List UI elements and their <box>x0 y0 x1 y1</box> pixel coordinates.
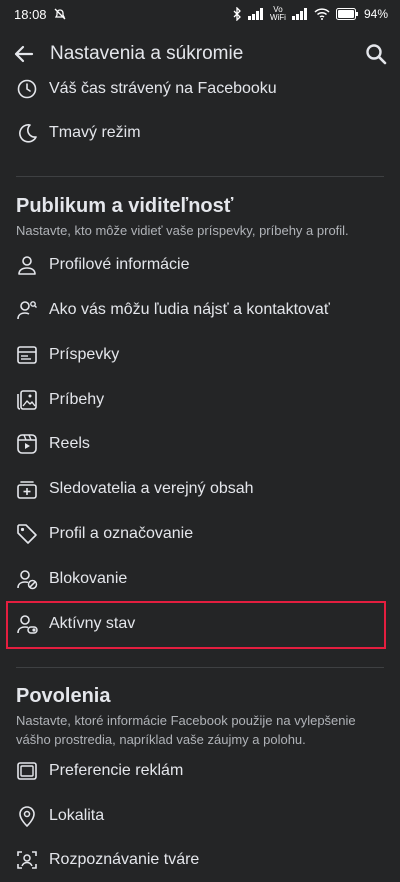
menu-item-label: Lokalita <box>49 807 105 824</box>
back-arrow-icon[interactable] <box>12 42 36 66</box>
status-bar: 18:08 Vo WiFi 94% <box>0 0 400 28</box>
posts-icon <box>16 344 38 366</box>
menu-item-label: Ako vás môžu ľudia nájsť a kontaktovať <box>49 301 330 318</box>
menu-item-blocking[interactable]: Blokovanie <box>0 557 400 601</box>
tag-icon <box>16 523 38 545</box>
location-pin-icon <box>16 805 38 827</box>
section-description-permissions: Nastavte, ktoré informácie Facebook použ… <box>16 713 356 747</box>
divider <box>16 667 384 668</box>
menu-item-posts[interactable]: Príspevky <box>0 333 400 377</box>
followers-icon <box>16 478 38 500</box>
block-icon <box>16 568 38 590</box>
menu-item-face-recognition[interactable]: Rozpoznávanie tváre <box>0 838 400 882</box>
ad-preferences-icon <box>16 760 38 782</box>
signal-icon-2 <box>291 8 308 20</box>
battery-icon <box>335 8 358 20</box>
signal-icon <box>247 8 264 20</box>
mute-bell-icon <box>53 7 67 21</box>
search-icon[interactable] <box>364 42 388 66</box>
stories-icon <box>16 389 38 411</box>
menu-item-ad-preferences[interactable]: Preferencie reklám <box>0 749 400 793</box>
menu-item-label: Blokovanie <box>49 570 128 587</box>
divider <box>16 176 384 177</box>
highlight-box <box>6 601 386 649</box>
menu-item-label: Tmavý režim <box>49 124 141 141</box>
person-search-icon <box>16 299 38 321</box>
menu-item-label: Preferencie reklám <box>49 762 184 779</box>
section-title-audience: Publikum a viditeľnosť <box>16 195 234 217</box>
page-title: Nastavenia a súkromie <box>50 43 244 64</box>
menu-item-find-contact[interactable]: Ako vás môžu ľudia nájsť a kontaktovať <box>0 288 400 332</box>
menu-item-label: Profil a označovanie <box>49 525 194 542</box>
battery-level: 94% <box>363 7 388 21</box>
menu-item-profile-info[interactable]: Profilové informácie <box>0 243 400 287</box>
network-label: Vo WiFi <box>269 5 286 22</box>
section-title-permissions: Povolenia <box>16 685 111 707</box>
status-time: 18:08 <box>14 6 47 22</box>
menu-item-dark-mode[interactable]: Tmavý režim <box>0 111 400 155</box>
menu-item-reels[interactable]: Reels <box>0 422 400 466</box>
bluetooth-icon <box>232 7 242 21</box>
menu-item-label: Príspevky <box>49 346 120 363</box>
menu-item-time-on-facebook[interactable]: Váš čas strávený na Facebooku <box>0 67 400 111</box>
menu-item-label: Váš čas strávený na Facebooku <box>49 80 277 97</box>
menu-item-label: Reels <box>49 435 90 452</box>
wifi-icon <box>314 8 330 20</box>
reels-icon <box>16 433 38 455</box>
menu-item-stories[interactable]: Príbehy <box>0 378 400 422</box>
menu-item-label: Príbehy <box>49 391 105 408</box>
clock-icon <box>16 78 38 100</box>
section-description-audience: Nastavte, kto môže vidieť vaše príspevky… <box>16 223 349 238</box>
menu-item-location[interactable]: Lokalita <box>0 794 400 838</box>
person-icon <box>16 254 38 276</box>
menu-item-label: Profilové informácie <box>49 256 190 273</box>
menu-item-profile-tagging[interactable]: Profil a označovanie <box>0 512 400 556</box>
menu-item-label: Rozpoznávanie tváre <box>49 851 200 868</box>
moon-icon <box>16 122 38 144</box>
face-recognition-icon <box>16 849 38 871</box>
menu-item-followers[interactable]: Sledovatelia a verejný obsah <box>0 467 400 511</box>
menu-item-label: Sledovatelia a verejný obsah <box>49 480 254 497</box>
